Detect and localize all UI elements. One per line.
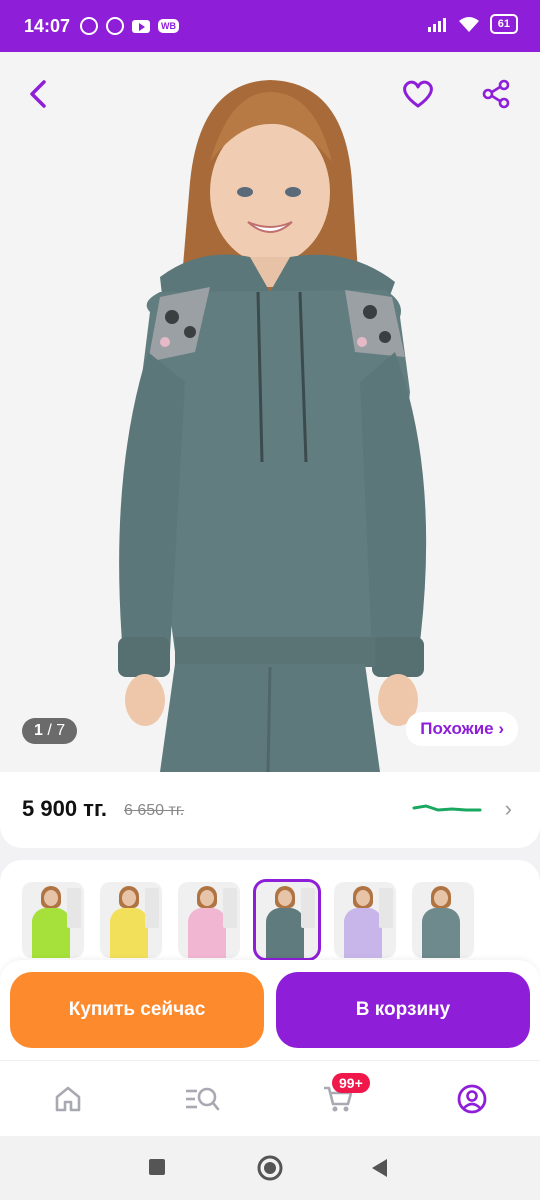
- status-bar: 14:07 WB 61: [0, 0, 540, 52]
- current-price: 5 900 тг.: [22, 796, 108, 821]
- share-icon: [482, 79, 510, 109]
- gallery-counter: 1 / 7: [22, 718, 78, 744]
- thumbnail-face: [356, 890, 370, 906]
- status-notification-icons: WB: [80, 17, 180, 35]
- thumbnail-face: [434, 890, 448, 906]
- thumbnail-garment: [266, 908, 304, 958]
- recents-button[interactable]: [148, 1158, 166, 1181]
- product-gallery[interactable]: 1 / 7 Похожие ›: [0, 52, 540, 772]
- variant-thumbnails: [22, 879, 474, 961]
- add-to-cart-button[interactable]: В корзину: [276, 972, 530, 1048]
- thumbnail-face: [122, 890, 136, 906]
- nav-profile[interactable]: [450, 1079, 494, 1119]
- similar-products-button[interactable]: Похожие ›: [406, 712, 518, 746]
- thumbnail-face: [278, 890, 292, 906]
- thumbnail-garment: [344, 908, 382, 958]
- app-screen: 14:07 WB 61 1 / 7 Похожие › 5 900 тг. 6 …: [0, 0, 540, 1200]
- heart-icon: [403, 80, 433, 108]
- back-button[interactable]: [18, 74, 58, 114]
- back-arrow-icon: [30, 80, 46, 108]
- product-photo: [118, 80, 427, 772]
- system-navigation-bar: [0, 1136, 540, 1200]
- wb-app-icon: WB: [158, 19, 180, 33]
- variant-thumbnail[interactable]: [22, 882, 84, 958]
- variant-thumbnail[interactable]: [178, 882, 240, 958]
- thumbnail-garment: [188, 908, 226, 958]
- favorite-button[interactable]: [398, 74, 438, 114]
- thumbnail-label-tag: [379, 888, 393, 928]
- whatsapp-icon: [106, 17, 125, 35]
- price-card[interactable]: 5 900 тг. 6 650 тг. ›: [0, 772, 540, 848]
- status-system-icons: 61: [427, 14, 518, 34]
- thumbnail-garment: [422, 908, 460, 958]
- triangle-back-icon: [372, 1159, 387, 1177]
- variant-thumbnail[interactable]: [100, 882, 162, 958]
- circle-home-icon: [257, 1155, 283, 1181]
- thumbnail-face: [44, 890, 58, 906]
- nav-catalog[interactable]: [180, 1079, 224, 1119]
- status-time: 14:07: [24, 15, 71, 36]
- thumbnail-label-tag: [223, 888, 237, 928]
- home-system-button[interactable]: [256, 1154, 284, 1187]
- square-icon: [149, 1159, 165, 1175]
- back-system-button[interactable]: [370, 1158, 388, 1183]
- battery-indicator: 61: [489, 14, 518, 34]
- thumbnail-label-tag: [67, 888, 81, 928]
- wifi-icon: [458, 17, 479, 32]
- bottom-navigation: 99+: [0, 1060, 540, 1136]
- gallery-separator: /: [42, 722, 57, 739]
- youtube-icon: [132, 19, 151, 33]
- thumbnail-label-tag: [145, 888, 159, 928]
- buy-now-button[interactable]: Купить сейчас: [10, 972, 264, 1048]
- price-history-sparkline: [412, 804, 482, 812]
- signal-icon: [427, 18, 446, 32]
- catalog-search-icon: [186, 1087, 220, 1111]
- thumbnail-label-tag: [301, 888, 315, 928]
- cart-badge: 99+: [332, 1073, 370, 1093]
- alarm-icon: [80, 17, 99, 35]
- share-button[interactable]: [476, 74, 516, 114]
- variant-thumbnail[interactable]: [334, 882, 396, 958]
- thumbnail-face: [200, 890, 214, 906]
- gallery-current: 1: [34, 722, 43, 739]
- nav-home[interactable]: [46, 1079, 90, 1119]
- thumbnail-garment: [110, 908, 148, 958]
- home-icon: [55, 1086, 81, 1112]
- thumbnail-garment: [32, 908, 70, 958]
- profile-icon: [457, 1084, 487, 1114]
- chevron-right-icon: ›: [504, 796, 512, 821]
- variant-thumbnail[interactable]: [412, 882, 474, 958]
- gallery-total: 7: [56, 722, 66, 739]
- variant-thumbnail[interactable]: [253, 879, 321, 961]
- old-price: 6 650 тг.: [124, 802, 185, 819]
- action-bar: Купить сейчас В корзину: [0, 960, 540, 1060]
